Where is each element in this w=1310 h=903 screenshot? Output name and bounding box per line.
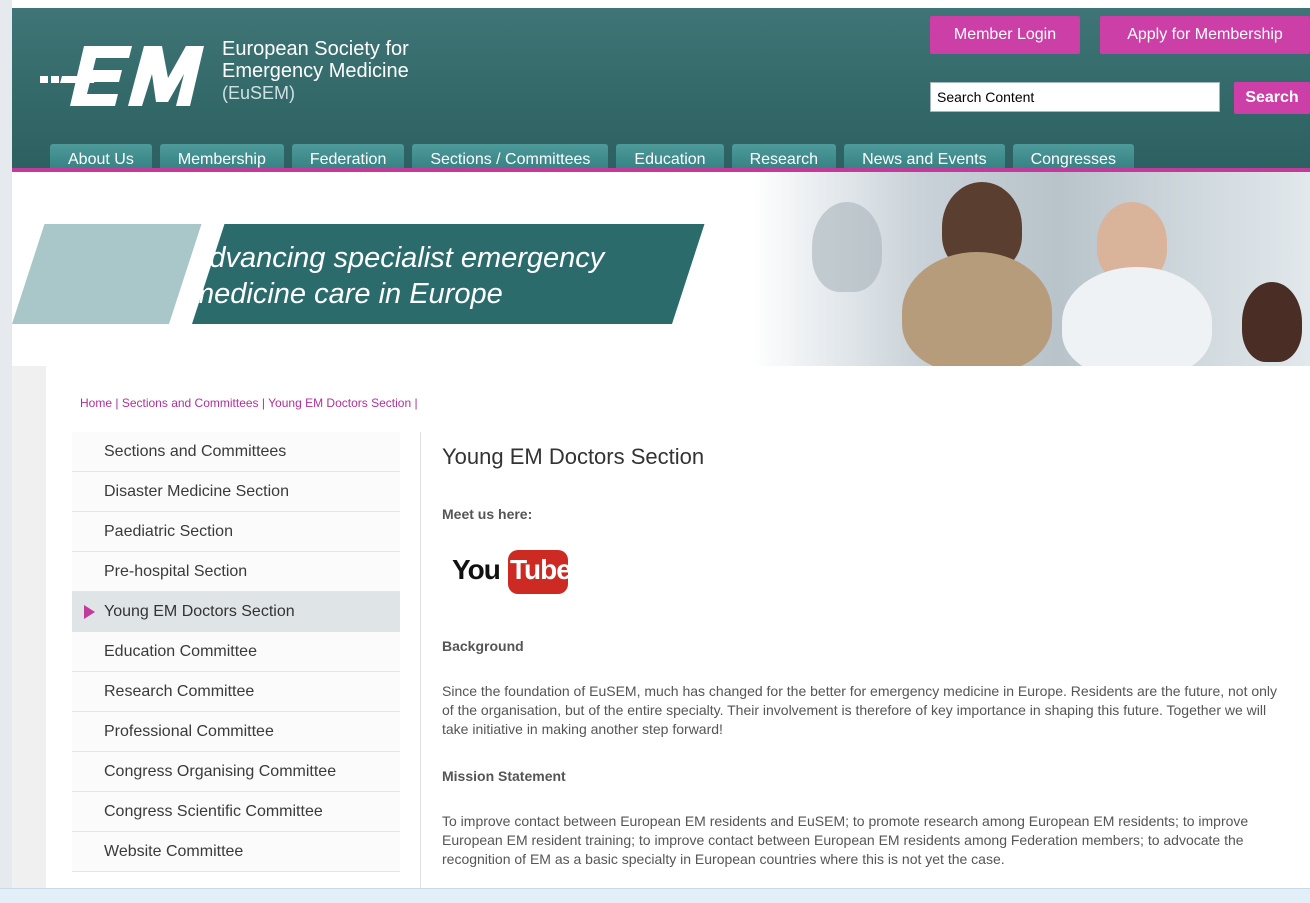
breadcrumb-sections-link[interactable]: Sections and Committees	[122, 396, 259, 410]
page: European Society for Emergency Medicine …	[12, 0, 1310, 902]
sidebar-menu: Sections and Committees Disaster Medicin…	[72, 432, 400, 872]
browser-bottom-bar	[0, 888, 1310, 903]
apply-membership-button[interactable]: Apply for Membership	[1100, 16, 1310, 54]
hero-banner: Advancing specialist emergency medicine …	[12, 172, 1310, 366]
member-login-button[interactable]: Member Login	[930, 16, 1080, 54]
breadcrumb-separator: |	[115, 396, 119, 410]
photo-person-body	[902, 252, 1052, 366]
background-heading: Background	[442, 638, 524, 654]
breadcrumb-separator: |	[261, 396, 266, 410]
search-input[interactable]	[930, 82, 1220, 112]
breadcrumb-current-link[interactable]: Young EM Doctors Section	[268, 396, 411, 410]
banner-photo	[752, 172, 1310, 366]
sidebar-item-pre-hospital[interactable]: Pre-hospital Section	[72, 552, 400, 592]
sidebar-item-sections-committees[interactable]: Sections and Committees	[72, 432, 400, 472]
sidebar-item-label: Young EM Doctors Section	[104, 603, 295, 620]
sidebar-item-disaster-medicine[interactable]: Disaster Medicine Section	[72, 472, 400, 512]
org-name-line2: Emergency Medicine	[222, 60, 409, 82]
photo-person-background	[812, 202, 882, 292]
org-abbreviation: (EuSEM)	[222, 83, 296, 103]
meet-us-label: Meet us here:	[442, 506, 533, 522]
banner-tagline: Advancing specialist emergency medicine …	[190, 240, 710, 312]
breadcrumb-separator: |	[414, 396, 418, 410]
mission-heading: Mission Statement	[442, 768, 566, 784]
page-left-margin	[0, 0, 12, 902]
tagline-line2: medicine care in Europe	[190, 278, 503, 310]
top-spacer	[12, 0, 1310, 8]
tagline-line1: Advancing specialist emergency	[190, 242, 605, 274]
youtube-tube-text: Tube	[510, 554, 572, 585]
breadcrumb: Home | Sections and Committees | Young E…	[80, 396, 418, 410]
sidebar-item-congress-scientific[interactable]: Congress Scientific Committee	[72, 792, 400, 832]
mission-paragraph: To improve contact between European EM r…	[442, 813, 1249, 867]
photo-person-body	[1062, 267, 1212, 366]
background-paragraph: Since the foundation of EuSEM, much has …	[442, 683, 1278, 737]
column-divider	[420, 432, 421, 902]
youtube-you-text: You	[452, 554, 501, 585]
sidebar-item-research-committee[interactable]: Research Committee	[72, 672, 400, 712]
active-arrow-icon	[84, 605, 95, 619]
youtube-logo-link[interactable]: You Tube	[452, 550, 572, 594]
breadcrumb-home-link[interactable]: Home	[80, 396, 112, 410]
eusem-logo[interactable]	[40, 38, 210, 120]
sidebar-item-paediatric[interactable]: Paediatric Section	[72, 512, 400, 552]
sidebar-item-young-em-doctors[interactable]: Young EM Doctors Section	[72, 592, 400, 632]
site-header: European Society for Emergency Medicine …	[12, 8, 1310, 176]
search-button[interactable]: Search	[1234, 82, 1310, 114]
photo-person-head	[1242, 282, 1302, 362]
sidebar-item-congress-organising[interactable]: Congress Organising Committee	[72, 752, 400, 792]
sidebar-item-website-committee[interactable]: Website Committee	[72, 832, 400, 872]
sidebar-item-professional-committee[interactable]: Professional Committee	[72, 712, 400, 752]
organization-name: European Society for Emergency Medicine …	[222, 38, 409, 104]
page-title: Young EM Doctors Section	[442, 444, 705, 469]
sidebar-item-education-committee[interactable]: Education Committee	[72, 632, 400, 672]
org-name-line1: European Society for	[222, 38, 409, 60]
